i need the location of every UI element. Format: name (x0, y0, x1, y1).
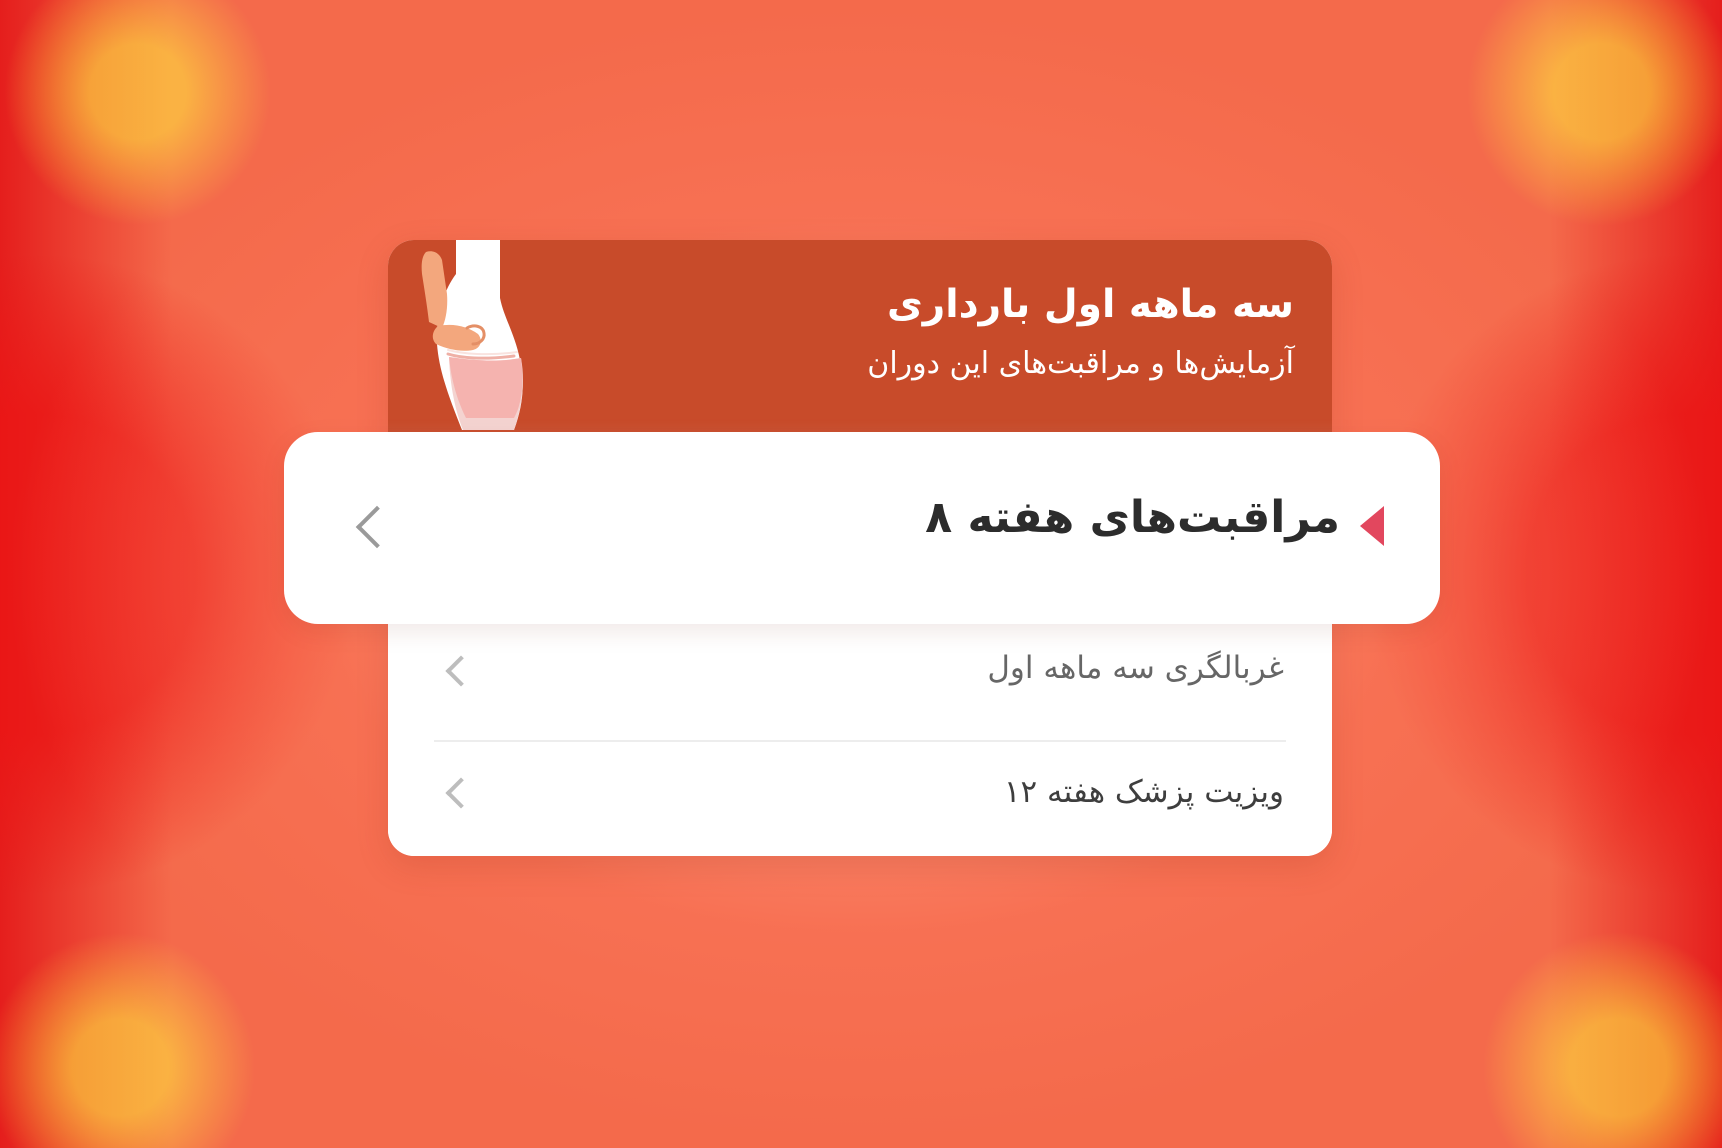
left-triangle-marker-icon (1360, 506, 1384, 546)
list-item-first-trimester-screening[interactable]: غربالگری سه ماهه اول (388, 624, 1332, 740)
chevron-left-icon (445, 777, 477, 809)
list-item-label: ویزیت پزشک هفته ۱۲ (1003, 774, 1284, 810)
chevron-left-icon (355, 505, 399, 549)
pregnant-body-illustration (421, 240, 523, 430)
list-item-label: غربالگری سه ماهه اول (987, 650, 1284, 686)
page-title: سه ماهه اول بارداری (887, 282, 1294, 327)
pregnancy-card: سه ماهه اول بارداری آزمایش‌ها و مراقبت‌ه… (284, 240, 1440, 856)
highlighted-item-label: مراقبت‌های هفته ۸ (925, 492, 1340, 543)
chevron-left-icon (445, 655, 477, 687)
care-list: غربالگری سه ماهه اول ویزیت پزشک هفته ۱۲ (388, 624, 1332, 856)
page-subtitle: آزمایش‌ها و مراقبت‌های این دوران (867, 346, 1294, 381)
list-item-week-12-visit[interactable]: ویزیت پزشک هفته ۱۲ (388, 740, 1332, 856)
highlighted-list-item-week-8-care[interactable]: مراقبت‌های هفته ۸ (284, 432, 1440, 624)
